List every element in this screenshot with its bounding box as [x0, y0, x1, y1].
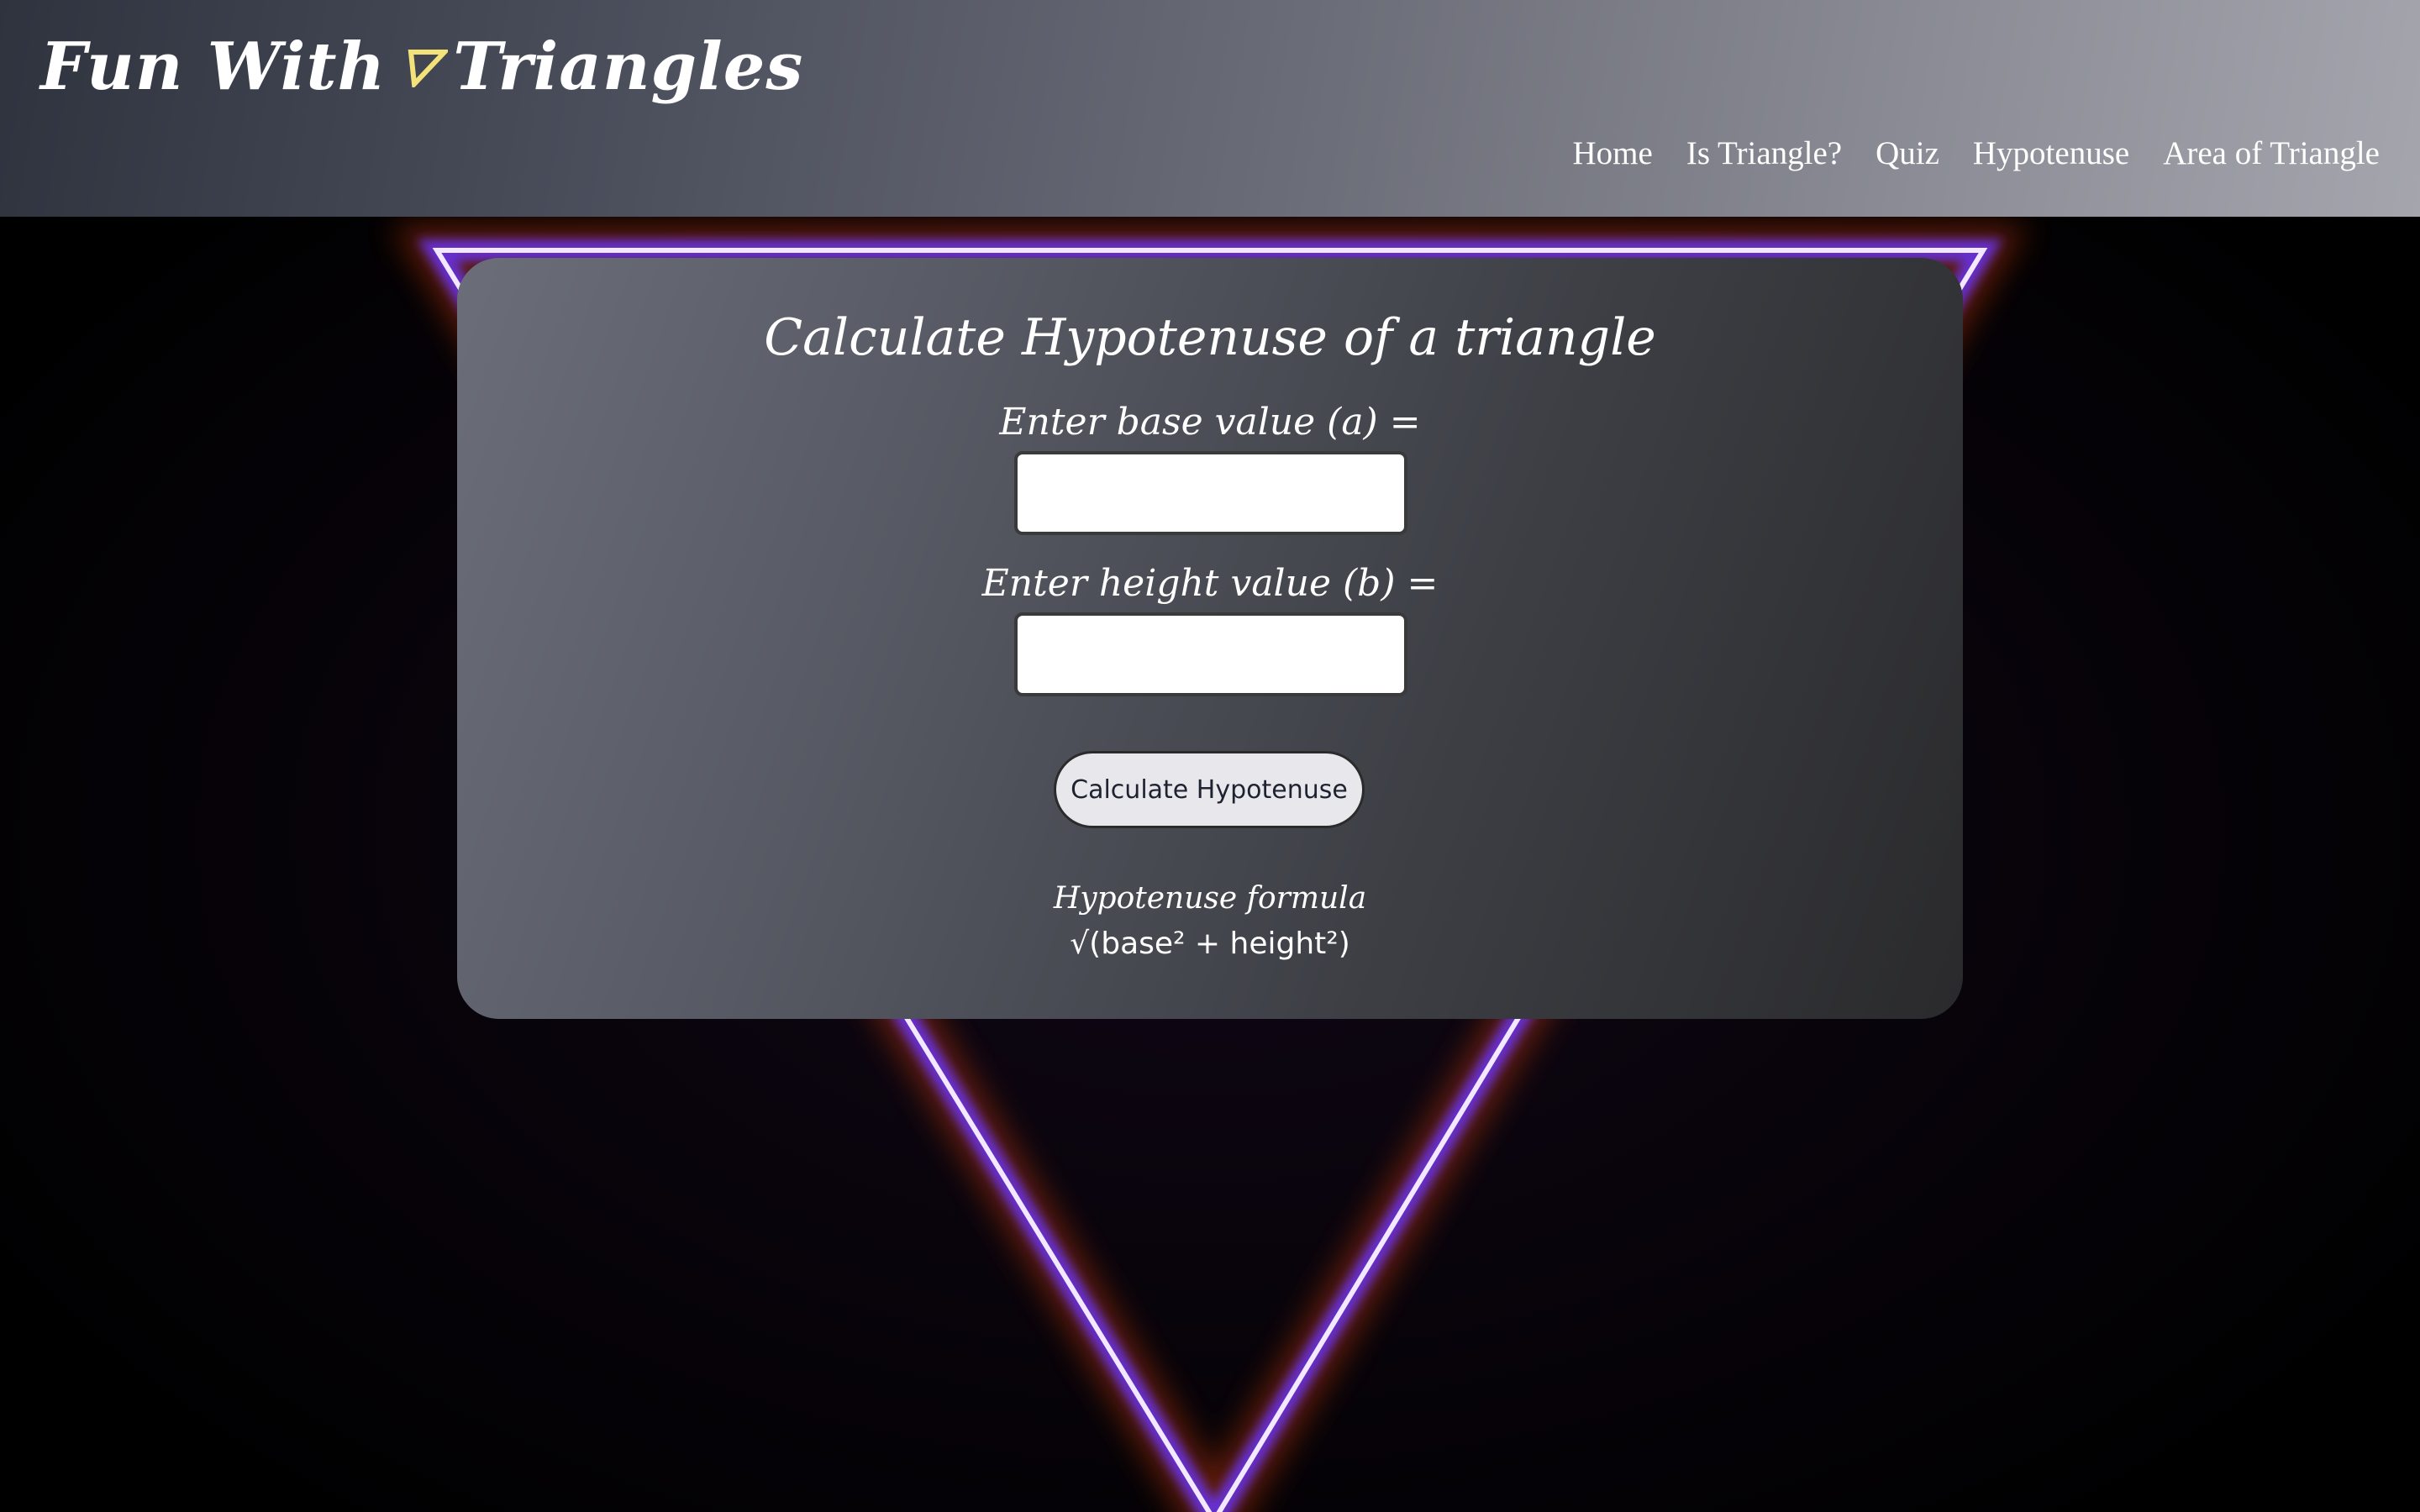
height-input[interactable] [1014, 612, 1407, 696]
brand-prefix: Fun With [40, 29, 387, 105]
nav-area-of-triangle-link[interactable]: Area of Triangle [2163, 134, 2380, 172]
page: Fun With Triangles Home Is Triangle? Qui… [0, 0, 2420, 1512]
main-nav: Home Is Triangle? Quiz Hypotenuse Area o… [1573, 134, 2380, 172]
nav-home-link[interactable]: Home [1573, 134, 1653, 172]
triangle-icon [408, 49, 449, 87]
formula-label: Hypotenuse formula [1053, 881, 1367, 916]
hypotenuse-formula: √(base² + height²) [1070, 927, 1350, 961]
site-header: Fun With Triangles Home Is Triangle? Qui… [0, 0, 2420, 217]
brand-suffix: Triangles [453, 29, 804, 105]
site-logo[interactable]: Fun With Triangles [40, 29, 803, 105]
height-label: Enter height value (b) = [981, 562, 1439, 605]
page-title: Calculate Hypotenuse of a triangle [764, 308, 1656, 367]
nav-hypotenuse-link[interactable]: Hypotenuse [1973, 134, 2129, 172]
hypotenuse-calculator-card: Calculate Hypotenuse of a triangle Enter… [457, 258, 1963, 1019]
base-label: Enter base value (a) = [999, 401, 1421, 444]
nav-quiz-link[interactable]: Quiz [1876, 134, 1939, 172]
calculate-hypotenuse-button[interactable]: Calculate Hypotenuse [1054, 751, 1365, 828]
nav-is-triangle-link[interactable]: Is Triangle? [1686, 134, 1842, 172]
base-input[interactable] [1014, 451, 1407, 535]
